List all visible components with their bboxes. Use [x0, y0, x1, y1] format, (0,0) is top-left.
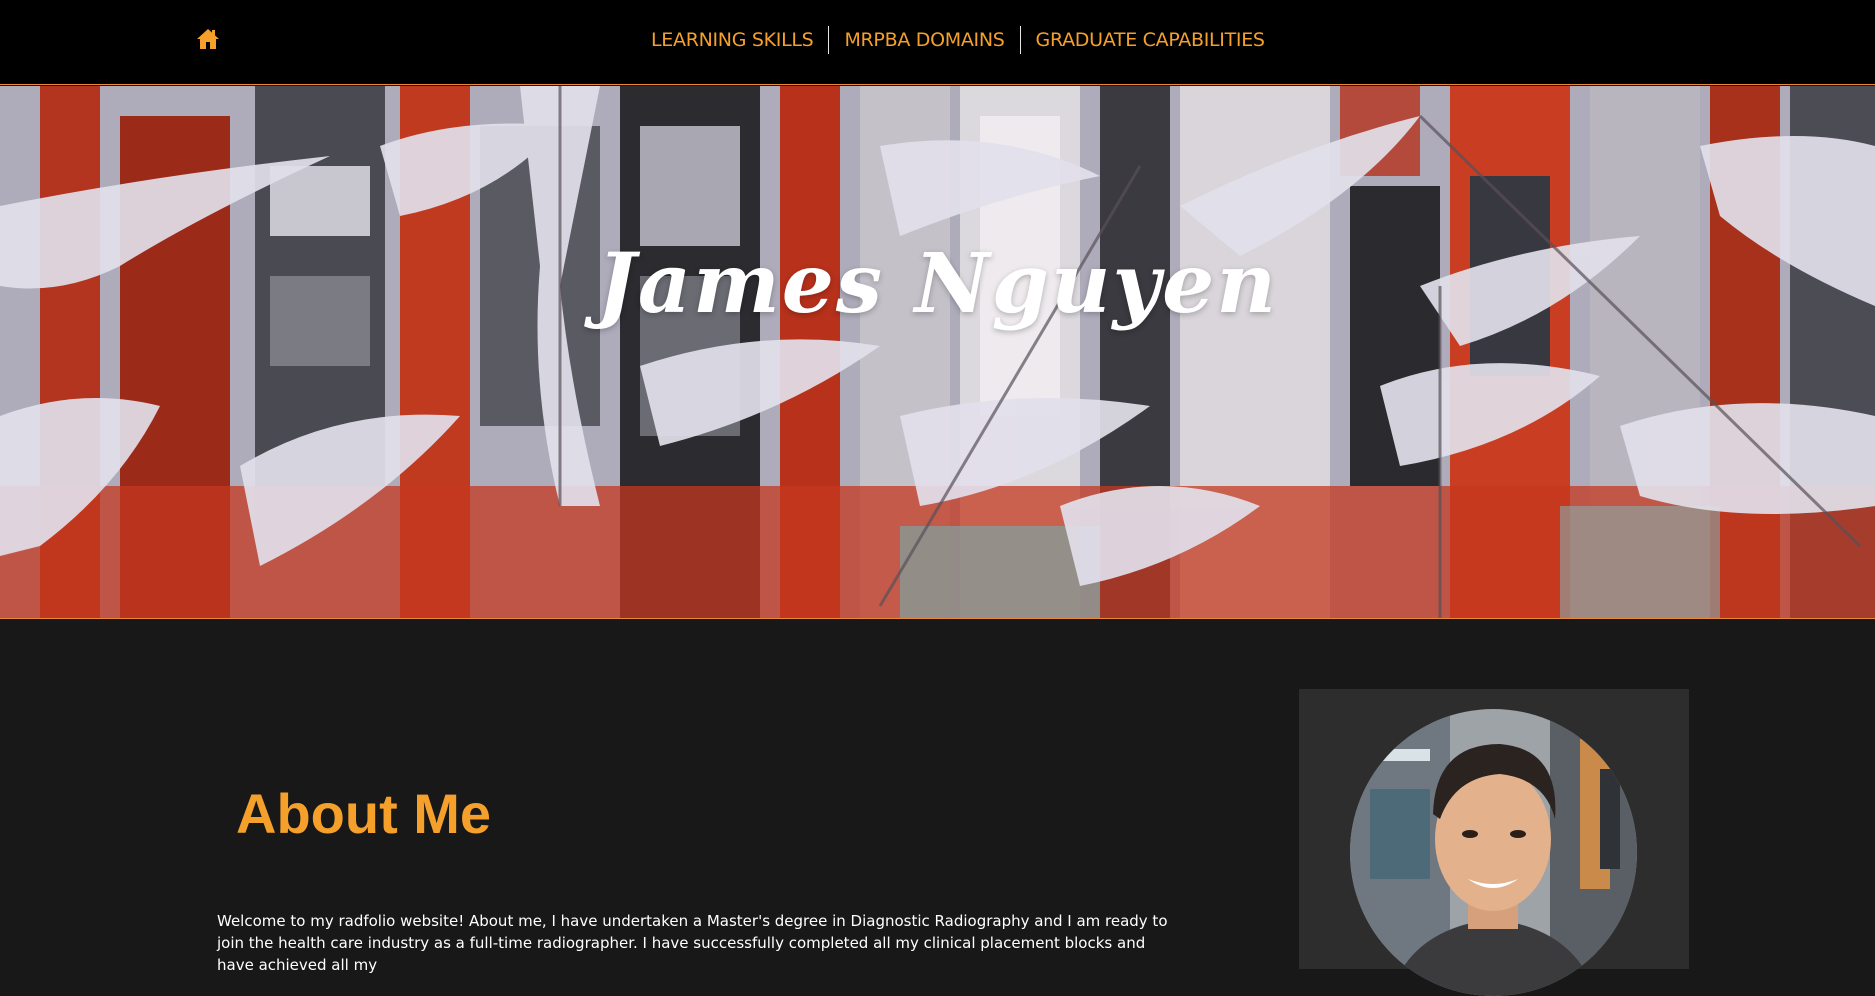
hero-banner: James Nguyen — [0, 86, 1875, 619]
main-nav: LEARNING SKILLS MRPBA DOMAINS GRADUATE C… — [636, 25, 1280, 55]
about-section: About Me Welcome to my radfolio website!… — [0, 619, 1875, 996]
nav-item-graduate-capabilities[interactable]: GRADUATE CAPABILITIES — [1021, 26, 1280, 54]
about-text: Welcome to my radfolio website! About me… — [217, 912, 1168, 974]
hero-background-image — [0, 86, 1875, 618]
nav-item-learning-skills[interactable]: LEARNING SKILLS — [636, 26, 828, 54]
about-heading: About Me — [236, 782, 492, 845]
hero-title: James Nguyen — [597, 236, 1278, 332]
profile-photo-card — [1299, 689, 1689, 996]
home-link[interactable] — [196, 27, 220, 51]
nav-item-mrpba-domains[interactable]: MRPBA DOMAINS — [829, 26, 1019, 54]
profile-photo — [1350, 709, 1637, 996]
top-navigation-bar: LEARNING SKILLS MRPBA DOMAINS GRADUATE C… — [0, 0, 1875, 85]
avatar — [1350, 709, 1637, 996]
home-icon — [197, 29, 219, 49]
